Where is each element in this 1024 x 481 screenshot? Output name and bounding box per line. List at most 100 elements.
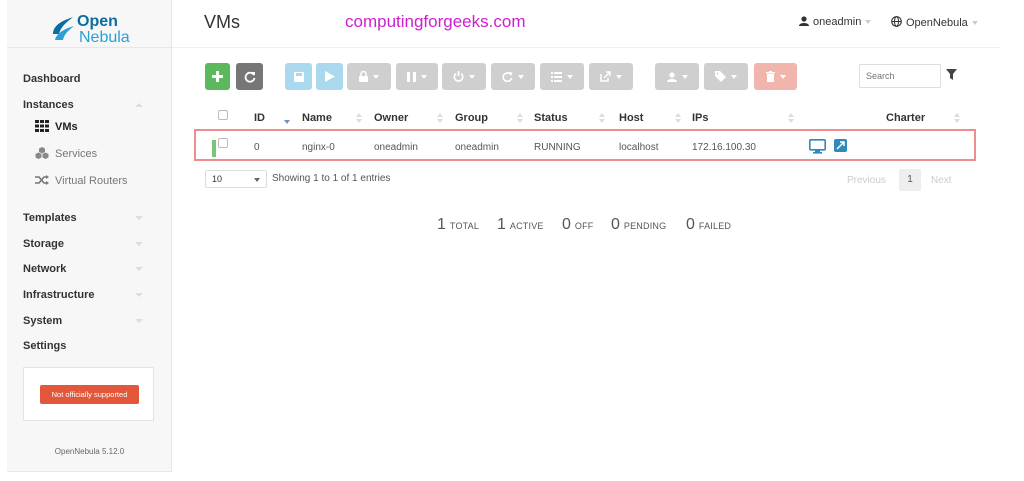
header-divider — [172, 47, 1000, 48]
power-icon — [453, 71, 464, 82]
sort-icon — [437, 112, 443, 124]
search-input[interactable] — [859, 64, 941, 88]
sort-icon — [517, 112, 523, 124]
summary-off: 0 OFF — [562, 216, 594, 234]
page-title: VMs — [204, 12, 240, 32]
sidebar-item-vms-label: VMs — [55, 121, 78, 133]
sidebar: Open Nebula Dashboard Instances VMs Serv… — [7, 0, 172, 472]
sidebar-item-services[interactable]: Services — [35, 147, 97, 160]
filter-icon[interactable] — [946, 69, 957, 80]
change-owner-button[interactable] — [655, 63, 699, 90]
chevron-down-icon — [616, 74, 622, 79]
sidebar-item-storage[interactable]: Storage — [23, 238, 64, 250]
select-all-checkbox[interactable] — [218, 110, 228, 120]
chevron-up-icon — [135, 103, 143, 107]
column-header-group[interactable]: Group — [455, 112, 488, 124]
user-icon — [666, 71, 677, 82]
reboot-button[interactable] — [491, 63, 535, 90]
sidebar-item-network[interactable]: Network — [23, 263, 66, 275]
pagination-next[interactable]: Next — [931, 175, 952, 186]
sort-icon — [675, 112, 681, 124]
power-button[interactable] — [442, 63, 486, 90]
labels-button[interactable] — [704, 63, 748, 90]
chevron-down-icon — [135, 319, 143, 323]
sidebar-item-system[interactable]: System — [23, 315, 62, 327]
support-badge[interactable]: Not officially supported — [40, 385, 139, 404]
play-icon — [324, 71, 335, 82]
chevron-down-icon — [681, 74, 688, 79]
list-icon — [551, 71, 562, 82]
sidebar-item-instances[interactable]: Instances — [23, 99, 74, 111]
pause-icon — [407, 71, 416, 82]
summary-off-label: OFF — [574, 221, 594, 231]
chevron-down-icon — [135, 216, 143, 220]
delete-button[interactable] — [754, 63, 797, 90]
chevron-down-icon — [135, 242, 143, 246]
save-button[interactable] — [285, 63, 312, 90]
summary-total: 1 TOTAL — [437, 216, 479, 234]
sidebar-item-settings[interactable]: Settings — [23, 340, 66, 352]
sidebar-item-vms[interactable]: VMs — [35, 120, 78, 133]
entries-per-page-value: 10 — [212, 174, 223, 184]
column-header-ips[interactable]: IPs — [692, 112, 709, 124]
column-header-charter[interactable]: Charter — [886, 112, 925, 124]
plus-icon — [212, 71, 223, 82]
play-button[interactable] — [316, 63, 343, 90]
pagination-page[interactable]: 1 — [899, 169, 921, 191]
zone-name: OpenNebula — [906, 17, 968, 29]
summary-active-count: 1 — [497, 216, 506, 233]
trash-icon — [765, 71, 775, 82]
zone-menu[interactable]: OpenNebula — [891, 16, 978, 29]
floppy-icon — [293, 71, 304, 82]
column-header-status[interactable]: Status — [534, 112, 568, 124]
chevron-down-icon — [254, 178, 260, 182]
row-highlight — [194, 129, 976, 161]
summary-failed: 0 FAILED — [686, 216, 731, 234]
chevron-down-icon — [373, 74, 379, 79]
opennebula-logo[interactable]: Open Nebula — [51, 10, 141, 50]
summary-pending-count: 0 — [611, 216, 620, 233]
cubes-icon — [35, 147, 49, 159]
column-header-id[interactable]: ID — [254, 112, 265, 124]
chevron-down-icon — [469, 74, 475, 79]
sidebar-item-virtual-routers[interactable]: Virtual Routers — [35, 174, 128, 187]
column-header-owner[interactable]: Owner — [374, 112, 408, 124]
pause-button[interactable] — [396, 63, 438, 90]
summary-pending-label: PENDING — [623, 221, 667, 231]
column-header-host[interactable]: Host — [619, 112, 643, 124]
tag-icon — [715, 71, 726, 82]
logo-line1: Open — [77, 13, 118, 30]
chevron-down-icon — [779, 74, 786, 79]
sort-icon — [788, 112, 794, 124]
entries-per-page-select[interactable]: 10 — [205, 170, 267, 188]
pagination-previous[interactable]: Previous — [847, 175, 886, 186]
summary-total-label: TOTAL — [449, 221, 480, 231]
refresh-icon — [244, 71, 255, 83]
summary-active: 1 ACTIVE — [497, 216, 544, 234]
user-icon — [799, 16, 809, 26]
list-button[interactable] — [540, 63, 584, 90]
sidebar-item-infrastructure[interactable]: Infrastructure — [23, 289, 95, 301]
chevron-down-icon — [971, 21, 978, 25]
table-info: Showing 1 to 1 of 1 entries — [272, 173, 391, 184]
redo-icon — [502, 72, 513, 82]
sidebar-item-templates[interactable]: Templates — [23, 212, 77, 224]
chevron-down-icon — [567, 74, 573, 79]
refresh-button[interactable] — [236, 63, 263, 90]
logo-line2: Nebula — [79, 29, 130, 46]
sidebar-item-virtual-routers-label: Virtual Routers — [55, 175, 128, 187]
lock-button[interactable] — [347, 63, 391, 90]
summary-off-count: 0 — [562, 216, 571, 233]
sidebar-item-dashboard[interactable]: Dashboard — [23, 73, 80, 85]
chevron-down-icon — [731, 74, 737, 79]
chevron-down-icon — [135, 293, 143, 297]
user-name: oneadmin — [813, 16, 862, 28]
sort-desc-icon — [284, 120, 290, 124]
column-header-name[interactable]: Name — [302, 112, 332, 124]
create-button[interactable] — [205, 63, 230, 90]
random-icon — [35, 175, 49, 185]
lock-icon — [359, 71, 368, 82]
user-menu[interactable]: oneadmin — [799, 16, 872, 28]
summary-pending: 0 PENDING — [611, 216, 666, 234]
share-button[interactable] — [589, 63, 633, 90]
